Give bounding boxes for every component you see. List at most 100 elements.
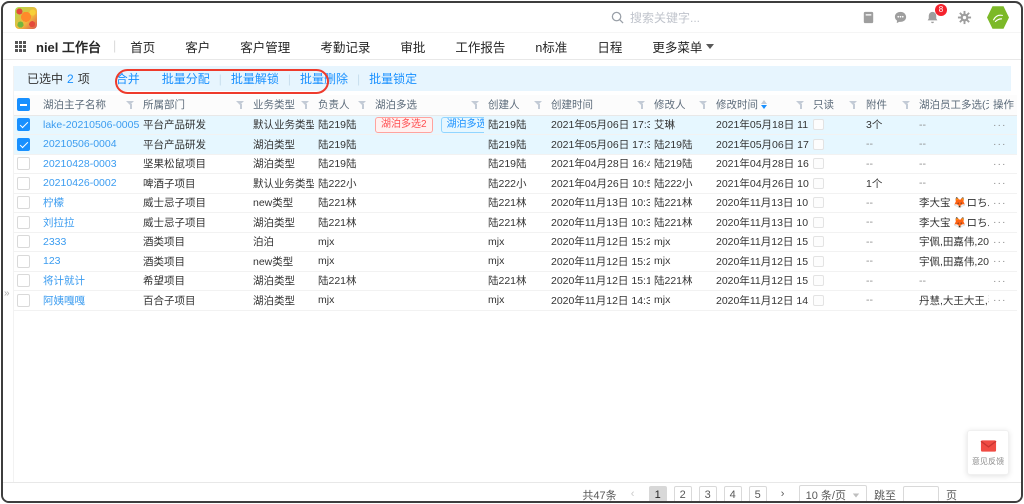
batch-delete-button[interactable]: 批量删除 bbox=[300, 70, 348, 87]
page-button[interactable]: 4 bbox=[724, 486, 742, 503]
page-button[interactable]: 2 bbox=[674, 486, 692, 503]
row-actions-button[interactable]: ··· bbox=[993, 216, 1007, 228]
record-link[interactable]: 20210506-0004 bbox=[43, 138, 117, 150]
nav-item-customer[interactable]: 客户 bbox=[185, 37, 210, 56]
row-checkbox[interactable] bbox=[17, 255, 30, 268]
row-checkbox[interactable] bbox=[17, 177, 30, 190]
row-actions-button[interactable]: ··· bbox=[993, 197, 1007, 209]
filter-icon[interactable] bbox=[301, 100, 310, 109]
record-link[interactable]: lake-20210506-0005 bbox=[43, 119, 139, 131]
row-actions-button[interactable]: ··· bbox=[993, 138, 1007, 150]
filter-icon[interactable] bbox=[796, 100, 805, 109]
row-actions-button[interactable]: ··· bbox=[993, 294, 1007, 306]
row-actions-button[interactable]: ··· bbox=[993, 275, 1007, 287]
row-actions-button[interactable]: ··· bbox=[993, 177, 1007, 189]
jump-page-input[interactable] bbox=[903, 486, 939, 503]
row-checkbox[interactable] bbox=[17, 118, 30, 131]
row-actions-button[interactable]: ··· bbox=[993, 255, 1007, 267]
record-link[interactable]: 20210428-0003 bbox=[43, 158, 117, 170]
notebook-icon[interactable] bbox=[859, 9, 877, 27]
app-logo[interactable] bbox=[15, 7, 37, 29]
global-search[interactable]: 搜索关键字... bbox=[611, 9, 761, 26]
row-actions-button[interactable]: ··· bbox=[993, 236, 1007, 248]
readonly-checkbox[interactable] bbox=[813, 178, 824, 189]
record-link[interactable]: 阿姨嘎嘎 bbox=[43, 295, 85, 307]
filter-icon[interactable] bbox=[126, 100, 135, 109]
message-icon[interactable] bbox=[891, 9, 909, 27]
nav-item-work-report[interactable]: 工作报告 bbox=[455, 37, 505, 56]
nav-item-customer-mgmt[interactable]: 客户管理 bbox=[240, 37, 290, 56]
row-checkbox[interactable] bbox=[17, 274, 30, 287]
batch-actions-group: 批量分配 | 批量解锁 | 批量删除 | 批量锁定 bbox=[162, 70, 417, 87]
cell-modified-time: 2020年11月12日 15:25 bbox=[712, 252, 809, 272]
filter-icon[interactable] bbox=[471, 100, 480, 109]
nav-item-schedule[interactable]: 日程 bbox=[597, 37, 622, 56]
cell-owner: mjx bbox=[314, 291, 371, 311]
cell-checkbox bbox=[13, 232, 39, 252]
batch-lock-button[interactable]: 批量锁定 bbox=[369, 70, 417, 87]
workspace-title[interactable]: niel 工作台 bbox=[36, 37, 101, 56]
sort-icons[interactable] bbox=[761, 100, 767, 109]
row-checkbox[interactable] bbox=[17, 138, 30, 151]
filter-icon[interactable] bbox=[236, 100, 245, 109]
readonly-checkbox[interactable] bbox=[813, 256, 824, 267]
page-button[interactable]: 3 bbox=[699, 486, 717, 503]
nav-item-attendance[interactable]: 考勤记录 bbox=[320, 37, 370, 56]
filter-icon[interactable] bbox=[637, 100, 646, 109]
settings-gear-icon[interactable] bbox=[955, 9, 973, 27]
nav-more-menu[interactable]: 更多菜单 bbox=[652, 37, 714, 56]
record-link[interactable]: 123 bbox=[43, 255, 61, 267]
cell-readonly bbox=[809, 271, 862, 291]
readonly-checkbox[interactable] bbox=[813, 197, 824, 208]
next-page-button[interactable]: › bbox=[774, 486, 792, 503]
row-checkbox[interactable] bbox=[17, 196, 30, 209]
nav-item-n-standard[interactable]: n标准 bbox=[535, 37, 567, 56]
readonly-checkbox[interactable] bbox=[813, 139, 824, 150]
readonly-checkbox[interactable] bbox=[813, 236, 824, 247]
user-avatar[interactable] bbox=[987, 6, 1009, 30]
page-button[interactable]: 5 bbox=[749, 486, 767, 503]
notification-bell-icon[interactable]: 8 bbox=[923, 9, 941, 27]
cell-actions: ··· bbox=[989, 193, 1017, 213]
row-actions-button[interactable]: ··· bbox=[993, 119, 1007, 131]
readonly-checkbox[interactable] bbox=[813, 119, 824, 130]
cell-owner: mjx bbox=[314, 232, 371, 252]
record-link[interactable]: 20210426-0002 bbox=[43, 177, 117, 189]
row-checkbox[interactable] bbox=[17, 216, 30, 229]
batch-unlock-button[interactable]: 批量解锁 bbox=[231, 70, 279, 87]
filter-icon[interactable] bbox=[902, 100, 911, 109]
record-link[interactable]: 将计就计 bbox=[43, 275, 85, 287]
filter-icon[interactable] bbox=[699, 100, 708, 109]
row-checkbox[interactable] bbox=[17, 235, 30, 248]
readonly-checkbox[interactable] bbox=[813, 217, 824, 228]
nav-item-home[interactable]: 首页 bbox=[130, 37, 155, 56]
record-link[interactable]: 刘拉拉 bbox=[43, 217, 75, 229]
readonly-checkbox[interactable] bbox=[813, 275, 824, 286]
row-checkbox[interactable] bbox=[17, 294, 30, 307]
cell-actions: ··· bbox=[989, 271, 1017, 291]
col-lake-multi: 湖泊多选 bbox=[375, 97, 417, 112]
row-checkbox[interactable] bbox=[17, 157, 30, 170]
filter-icon[interactable] bbox=[358, 100, 367, 109]
cell-attachments: -- bbox=[862, 291, 915, 311]
sidebar-collapse-handle[interactable]: » bbox=[4, 288, 10, 299]
nav-item-approval[interactable]: 审批 bbox=[400, 37, 425, 56]
page-button[interactable]: 1 bbox=[649, 486, 667, 503]
readonly-checkbox[interactable] bbox=[813, 295, 824, 306]
record-link[interactable]: 柠檬 bbox=[43, 197, 64, 209]
prev-page-button[interactable]: ‹ bbox=[624, 486, 642, 503]
row-actions-button[interactable]: ··· bbox=[993, 158, 1007, 170]
batch-assign-button[interactable]: 批量分配 bbox=[162, 70, 210, 87]
page-size-select[interactable]: 10 条/页 bbox=[799, 485, 867, 503]
select-all-checkbox[interactable] bbox=[17, 98, 30, 111]
filter-icon[interactable] bbox=[534, 100, 543, 109]
merge-button[interactable]: 合并 bbox=[116, 70, 140, 87]
col-creator: 创建人 bbox=[488, 97, 520, 112]
pagination-bar: 共47条 ‹ 12345 › 10 条/页 跳至 页 bbox=[3, 482, 1021, 503]
cell-name: 柠檬 bbox=[39, 193, 139, 213]
filter-icon[interactable] bbox=[849, 100, 858, 109]
readonly-checkbox[interactable] bbox=[813, 158, 824, 169]
record-link[interactable]: 2333 bbox=[43, 236, 66, 248]
apps-grid-icon[interactable] bbox=[15, 41, 26, 52]
feedback-button[interactable]: 意见反馈 bbox=[967, 430, 1009, 475]
